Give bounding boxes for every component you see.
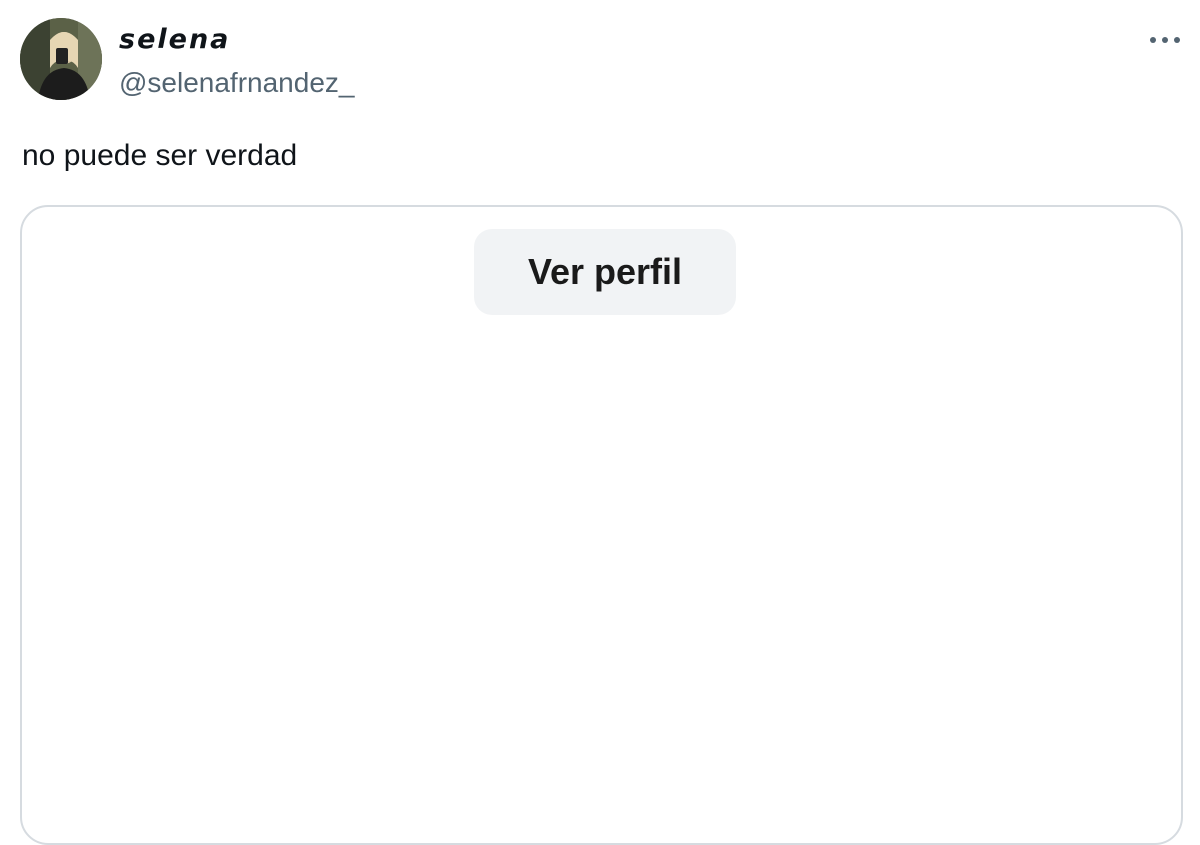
- view-profile-button[interactable]: Ver perfil: [474, 229, 736, 315]
- profile-photo-icon: [20, 18, 102, 100]
- author-display-name[interactable]: selena: [119, 24, 230, 56]
- author-handle[interactable]: @selenafrnandez_: [119, 66, 354, 100]
- post-container: selena @selenafrnandez_ no puede ser ver…: [0, 0, 1200, 845]
- embedded-card[interactable]: Ver perfil: [20, 205, 1183, 845]
- more-options-button[interactable]: [1138, 22, 1192, 58]
- author-avatar[interactable]: [20, 18, 102, 100]
- more-options-icon: [1150, 37, 1180, 43]
- post-text: no puede ser verdad: [22, 139, 298, 172]
